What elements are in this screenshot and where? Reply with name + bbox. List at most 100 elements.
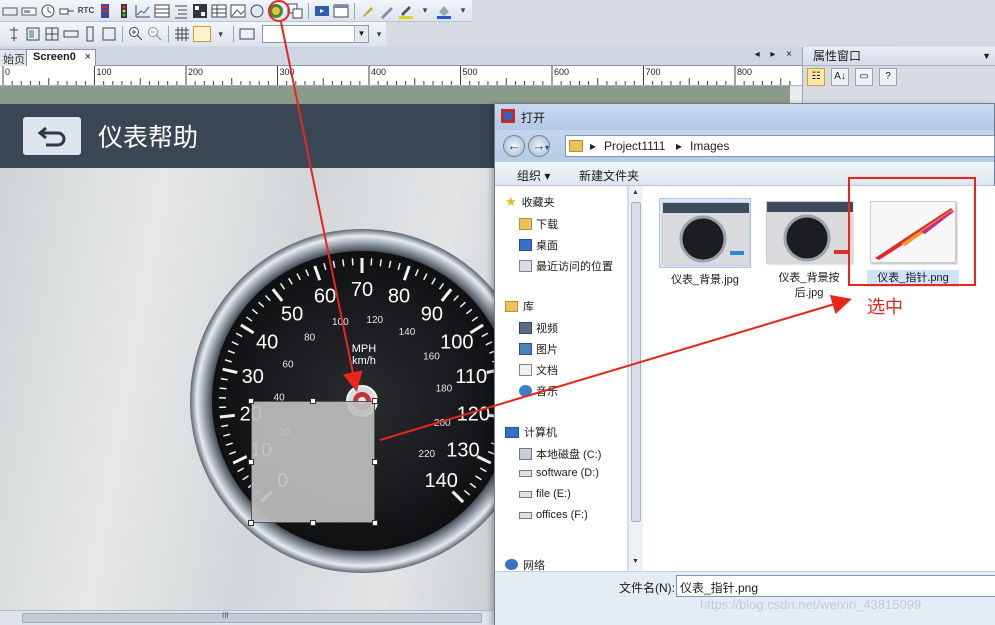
drive-icon (519, 511, 532, 519)
categorized-icon[interactable]: ☷ (807, 68, 825, 86)
video-library-icon (519, 322, 532, 334)
nav-item-documents[interactable]: 文档 (519, 362, 558, 378)
file-item[interactable]: 仪表_背景按后.jpg (763, 198, 855, 302)
organize-button[interactable]: 组织 ▾ (517, 167, 550, 184)
filename-input[interactable]: 仪表_指针.png (676, 575, 995, 597)
resize-handle[interactable] (372, 459, 378, 465)
gauge-kmh-label: 60 (282, 359, 294, 370)
gauge-kmh-label: 180 (436, 384, 453, 395)
folder-icon (569, 140, 583, 152)
resize-handle[interactable] (248, 459, 254, 465)
breadcrumb-project[interactable]: Project1111 (604, 139, 665, 153)
resize-handle[interactable] (248, 520, 254, 526)
traffic-light-icon[interactable] (116, 3, 132, 19)
align-center-icon[interactable] (6, 26, 22, 42)
favorites-group[interactable]: ★ 收藏夹 (505, 194, 555, 210)
bar-meter-icon[interactable] (97, 3, 113, 19)
path-breadcrumb[interactable]: ▸ Project1111 ▸ Images (565, 135, 995, 157)
chevron-down-icon[interactable]: ▾ (545, 143, 549, 152)
hmi-screen[interactable]: 仪表帮助 0102030405060708090100110120130140 (0, 104, 500, 610)
dropdown-arrow-icon[interactable]: ▾ (417, 3, 433, 19)
nav-item-desktop[interactable]: 桌面 (519, 237, 558, 253)
datagrid-icon[interactable] (211, 3, 227, 19)
nav-item-music[interactable]: 音乐 (519, 383, 558, 399)
same-size-icon[interactable] (101, 26, 117, 42)
help-icon[interactable]: ? (879, 68, 897, 86)
grid-icon[interactable] (192, 3, 208, 19)
fill-color-icon[interactable] (436, 3, 452, 19)
field-control-icon[interactable] (21, 3, 37, 19)
same-width-icon[interactable] (63, 26, 79, 42)
same-height-icon[interactable] (82, 26, 98, 42)
chevron-down-icon[interactable]: ▼ (982, 47, 991, 66)
button-control-icon[interactable] (2, 3, 18, 19)
dropdown-arrow-icon[interactable]: ▾ (214, 26, 228, 42)
nav-item-downloads[interactable]: 下载 (519, 216, 558, 232)
line-chart-icon[interactable] (135, 3, 151, 19)
nav-item-drive-f[interactable]: offices (F:) (519, 509, 588, 521)
scrollbar-thumb[interactable] (22, 613, 482, 623)
scroll-down-icon[interactable]: ▼ (632, 558, 639, 565)
resize-handle[interactable] (372, 520, 378, 526)
dropdown-arrow-icon[interactable]: ▾ (455, 3, 471, 19)
video-icon[interactable] (314, 3, 330, 19)
zoom-in-icon[interactable] (128, 26, 144, 42)
nav-item-drive-e[interactable]: file (E:) (519, 488, 571, 500)
new-folder-button[interactable]: 新建文件夹 (579, 167, 639, 184)
ruler-label: 300 (279, 67, 295, 77)
snap-toggle[interactable] (192, 26, 211, 42)
table-icon[interactable] (154, 3, 170, 19)
nav-pane-scrollbar[interactable]: ▲ ▼ (628, 186, 643, 571)
scroll-grip-icon: III (222, 611, 229, 620)
gauge-mph-label: 90 (421, 303, 443, 325)
resize-handle[interactable] (310, 398, 316, 404)
nav-item-recent[interactable]: 最近访问的位置 (519, 258, 613, 274)
screen-select-combo[interactable]: ▼ (261, 25, 369, 43)
gauge-mph-label: 80 (388, 285, 410, 307)
sort-alpha-icon[interactable]: A↓ (831, 68, 849, 86)
zoom-out-icon[interactable] (147, 26, 163, 42)
file-item[interactable]: 仪表_背景.jpg (659, 198, 751, 289)
window-icon[interactable] (333, 3, 349, 19)
libraries-group[interactable]: 库 (505, 298, 534, 314)
address-bar: ← → ▾ ▸ Project1111 ▸ Images (495, 130, 995, 162)
breadcrumb-images[interactable]: Images (690, 139, 729, 153)
picture-icon[interactable] (230, 3, 246, 19)
unit-mph: MPH (352, 343, 377, 355)
circle-shape-icon[interactable] (249, 3, 265, 19)
nav-item-drive-d[interactable]: software (D:) (519, 467, 599, 479)
computer-group[interactable]: 计算机 (505, 424, 557, 440)
chevron-down-icon[interactable]: ▼ (353, 26, 368, 42)
nav-item-pictures[interactable]: 图片 (519, 341, 558, 357)
network-group[interactable]: 网络 (505, 558, 545, 571)
align-left-icon[interactable] (25, 26, 41, 42)
dropdown-arrow-icon[interactable]: ▾ (372, 26, 386, 42)
back-nav-button[interactable]: ← (503, 135, 525, 157)
toolbar-separator (308, 2, 309, 19)
list-icon[interactable] (173, 3, 189, 19)
clock-icon[interactable] (40, 3, 56, 19)
rtc-icon[interactable]: RTC (78, 3, 94, 19)
selected-pointer-placeholder[interactable] (248, 398, 378, 526)
align-grid-icon[interactable] (44, 26, 60, 42)
canvas-horizontal-scrollbar[interactable]: III (0, 610, 500, 625)
resize-handle[interactable] (372, 398, 378, 404)
screen-preview-icon[interactable] (239, 26, 255, 42)
show-grid-icon[interactable] (174, 26, 190, 42)
resize-handle[interactable] (310, 520, 316, 526)
pen-icon[interactable] (379, 3, 395, 19)
scrollbar-thumb[interactable] (631, 202, 641, 522)
scroll-up-icon[interactable]: ▲ (632, 189, 639, 196)
slider-control-icon[interactable] (59, 3, 75, 19)
nav-item-drive-c[interactable]: 本地磁盘 (C:) (519, 446, 601, 462)
line-color-icon[interactable] (398, 3, 414, 19)
property-pages-icon[interactable]: ▭ (855, 68, 873, 86)
nav-item-videos[interactable]: 视频 (519, 320, 558, 336)
pane-controls[interactable]: ◂ ▸ × (755, 49, 796, 60)
brush-icon[interactable] (360, 3, 376, 19)
dialog-title-bar: 打开 (495, 104, 994, 130)
tab-screen0[interactable]: Screen0 × (26, 49, 96, 66)
resize-handle[interactable] (248, 398, 254, 404)
close-icon[interactable]: × (85, 51, 91, 63)
nav-item-label: 图片 (536, 344, 558, 356)
